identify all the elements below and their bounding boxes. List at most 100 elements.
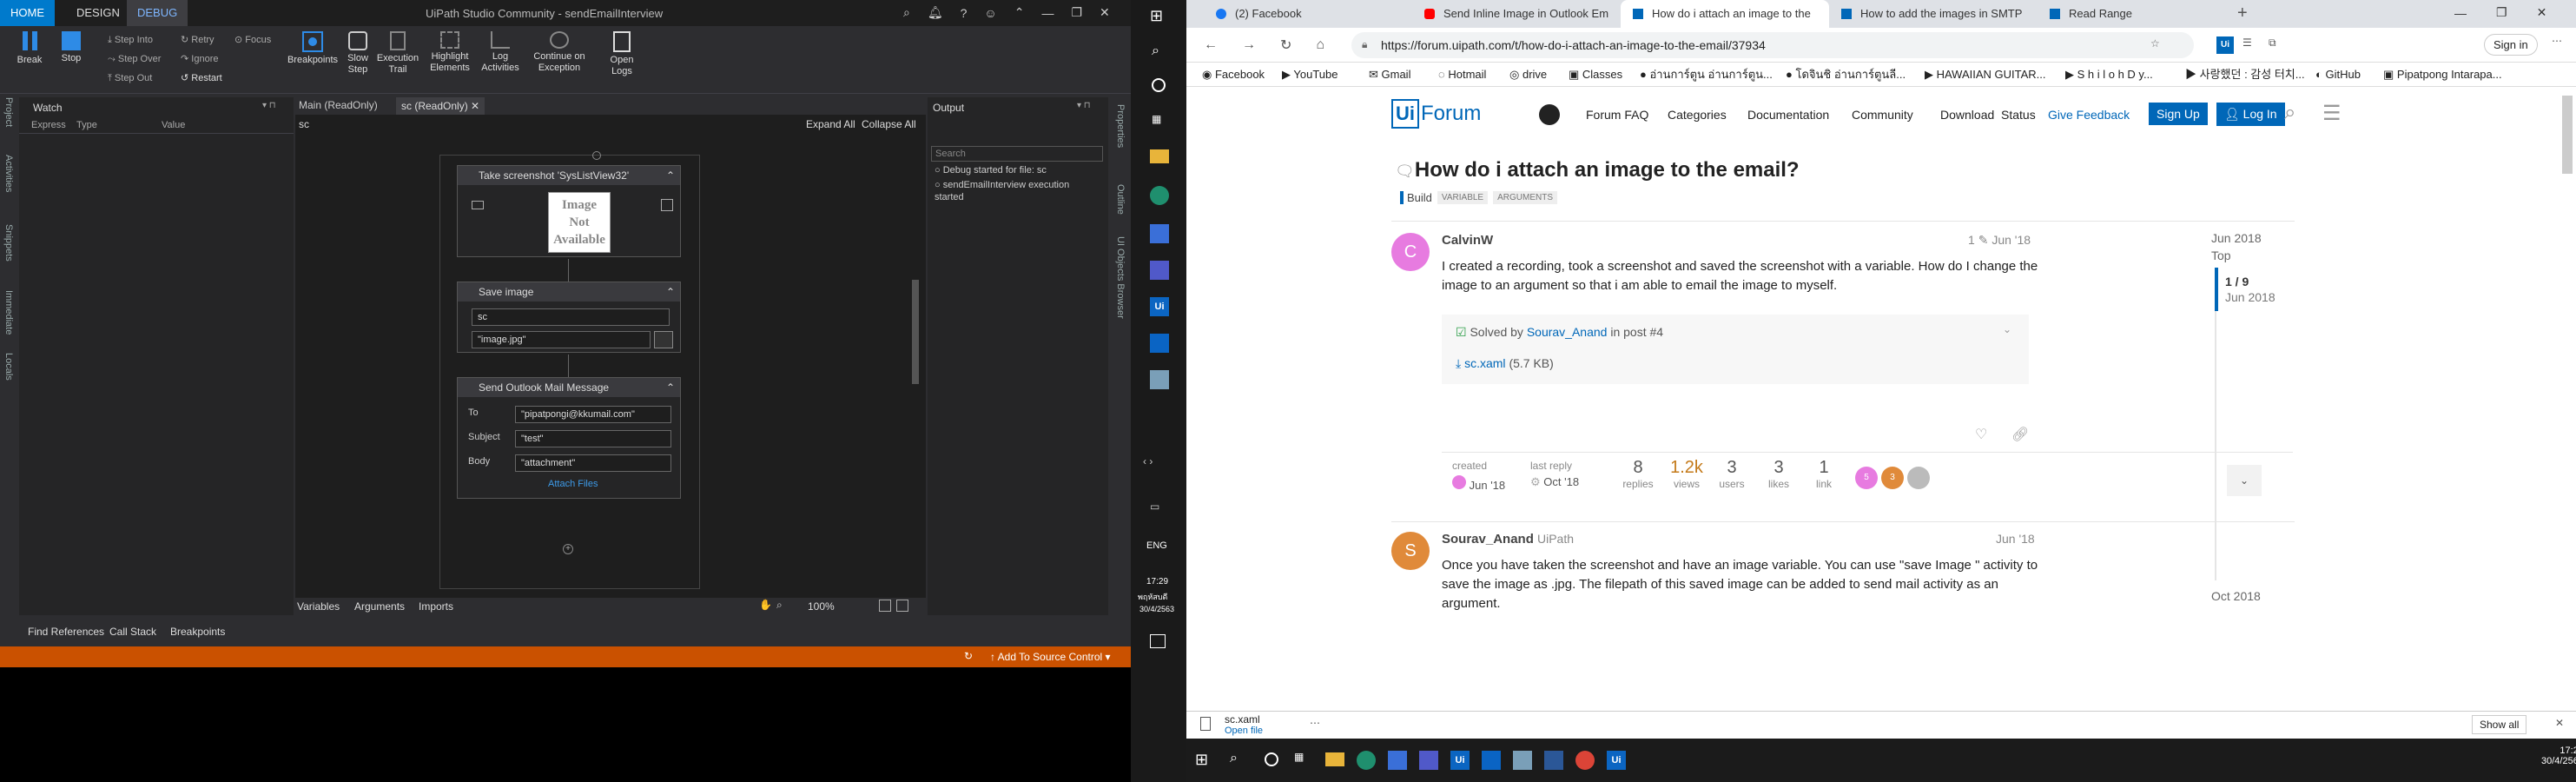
close-icon[interactable]: ✕: [2537, 5, 2547, 20]
home-icon[interactable]: ⌂: [1316, 37, 1324, 53]
search-icon[interactable]: ⌕: [2284, 101, 2295, 125]
search-icon[interactable]: ⌕: [903, 5, 910, 20]
category-badge[interactable]: Build: [1400, 191, 1432, 204]
subject-field[interactable]: "test": [515, 430, 671, 447]
post-author[interactable]: CalvinW: [1442, 233, 1493, 248]
retry-button[interactable]: ↻ Retry: [181, 31, 215, 49]
log-activities-button[interactable]: Log Activities: [478, 31, 523, 74]
forward-icon[interactable]: →: [1242, 37, 1256, 53]
bookmark[interactable]: ▣ Pipatpong Intarapa...: [2383, 63, 2502, 87]
tag-badge[interactable]: ARGUMENTS: [1493, 191, 1557, 204]
panel-menu-icon[interactable]: ▾ ⊓: [262, 101, 276, 110]
panel-menu-icon[interactable]: ▾ ⊓: [1077, 101, 1091, 110]
variables-tab[interactable]: Variables: [297, 600, 340, 613]
collapse-icon[interactable]: ⌃: [666, 282, 675, 302]
maximize-icon[interactable]: ❐: [1071, 5, 1082, 20]
bookmark[interactable]: ● โดจินชิ อ่านการ์ตูนลี...: [1786, 63, 1906, 87]
avatar[interactable]: 3: [1881, 467, 1904, 489]
nav-documentation[interactable]: Documentation: [1747, 108, 1829, 122]
chrome-icon[interactable]: [1575, 751, 1595, 770]
close-download-bar-icon[interactable]: ✕: [2555, 717, 2564, 729]
timeline-handle[interactable]: [2215, 268, 2218, 311]
timeline-start-date[interactable]: Jun 2018: [2211, 231, 2262, 245]
notification-center-icon[interactable]: [1150, 634, 1166, 648]
user-icon[interactable]: ☺: [984, 6, 996, 20]
browser-tab[interactable]: Read Range: [2038, 0, 2229, 28]
collapse-icon[interactable]: ⌃: [666, 166, 675, 185]
star-icon[interactable]: ☆: [2150, 37, 2160, 50]
add-to-source-control[interactable]: ↑ Add To Source Control ▾: [990, 651, 1111, 663]
uipath-extension-icon[interactable]: Ui: [2216, 36, 2234, 54]
file-explorer-icon[interactable]: [1325, 752, 1344, 766]
expand-all-link[interactable]: Expand All: [806, 118, 855, 130]
collapse-ribbon-icon[interactable]: ⌃: [1014, 5, 1025, 20]
bookmark[interactable]: ▣ Classes: [1569, 63, 1622, 87]
github-icon[interactable]: [1539, 104, 1560, 125]
side-tab-activities[interactable]: Activities: [3, 155, 14, 192]
overview-icon[interactable]: [896, 600, 908, 612]
timeline-end-date[interactable]: Oct 2018: [2211, 589, 2261, 603]
step-over-button[interactable]: ⤳ Step Over: [108, 50, 161, 68]
url-bar[interactable]: 🔒︎ https://forum.uipath.com/t/how-do-i-a…: [1351, 32, 2194, 58]
zoom-level[interactable]: 100%: [808, 600, 835, 613]
ignore-button[interactable]: ↷ Ignore: [181, 50, 218, 68]
show-all-button[interactable]: Show all: [2472, 715, 2527, 734]
side-tab-locals[interactable]: Locals: [3, 353, 14, 381]
step-out-button[interactable]: ⤒ Step Out: [108, 70, 152, 87]
store-icon[interactable]: [1150, 224, 1169, 243]
imports-tab[interactable]: Imports: [419, 600, 453, 613]
collections-icon[interactable]: ☰: [2242, 36, 2252, 49]
close-icon[interactable]: ✕: [1100, 5, 1110, 20]
bookmark[interactable]: ▶ YouTube: [1282, 63, 1338, 87]
search-icon[interactable]: ⌕: [1230, 751, 1238, 766]
tab-home[interactable]: HOME: [0, 0, 55, 26]
sync-icon[interactable]: ↻: [964, 650, 973, 662]
add-activity-icon[interactable]: [592, 151, 601, 160]
avatar[interactable]: 5: [1855, 467, 1878, 489]
pan-icon[interactable]: ✋: [759, 599, 772, 611]
tab-debug[interactable]: DEBUG: [127, 0, 188, 26]
download-options-icon[interactable]: ⋯: [1310, 717, 1320, 729]
save-image-activity[interactable]: Save image ⌃ sc "image.jpg": [457, 282, 681, 353]
side-tab-outline[interactable]: Outline: [1115, 184, 1126, 215]
open-file-link[interactable]: Open file: [1225, 726, 1263, 736]
breakpoints-button[interactable]: Breakpoints: [285, 31, 340, 66]
edge-icon[interactable]: [1150, 186, 1169, 205]
sign-up-button[interactable]: Sign Up: [2149, 103, 2208, 125]
teams-icon[interactable]: [1419, 751, 1438, 770]
focus-button[interactable]: ⊙ Focus: [234, 31, 271, 49]
nav-forum-faq[interactable]: Forum FAQ: [1586, 108, 1648, 122]
cortana-icon[interactable]: [1265, 752, 1278, 766]
canvas-scrollbar[interactable]: [912, 280, 919, 384]
outlook-icon[interactable]: [1482, 751, 1501, 770]
minimize-icon[interactable]: —: [1041, 6, 1054, 20]
windows-logo-icon[interactable]: ⊞: [1150, 7, 1167, 24]
send-outlook-mail-activity[interactable]: Send Outlook Mail Message ⌃ To "pipatpong…: [457, 377, 681, 499]
image-variable-field[interactable]: sc: [472, 308, 670, 326]
browse-folder-icon[interactable]: [654, 331, 673, 348]
minimize-icon[interactable]: —: [2454, 6, 2467, 20]
body-field[interactable]: "attachment": [515, 454, 671, 472]
bookmark[interactable]: ● อ่านการ์ตูน อ่านการ์ตูน...: [1640, 63, 1773, 87]
breadcrumb[interactable]: sc: [299, 118, 309, 130]
word-icon[interactable]: [1544, 751, 1563, 770]
bookmark[interactable]: ▶ 사랑했던 : 감성 터치...: [2185, 63, 2305, 87]
fit-screen-icon[interactable]: [879, 600, 891, 612]
chevron-down-icon[interactable]: ⌄: [2003, 323, 2011, 335]
uipath-icon[interactable]: Ui: [1150, 297, 1169, 316]
nav-give-feedback[interactable]: Give Feedback: [2048, 108, 2130, 122]
tab-design[interactable]: DESIGN: [66, 0, 130, 26]
bookmark[interactable]: ◉ Facebook: [1202, 63, 1265, 87]
break-button[interactable]: Break: [12, 31, 47, 66]
post-meta[interactable]: 1 ✎ Jun '18: [1968, 233, 2031, 248]
bookmark[interactable]: ◌ Hotmail: [1438, 63, 1486, 87]
task-view-icon[interactable]: ▦: [1152, 113, 1161, 125]
side-tab-ui-objects[interactable]: UI Objects Browser: [1115, 236, 1126, 319]
taskbar-clock[interactable]: 17:29 30/4/2563: [2541, 746, 2576, 766]
bookmark[interactable]: ◎ drive: [1509, 63, 1547, 87]
sign-in-button[interactable]: Sign in: [2484, 34, 2538, 56]
uipath-icon[interactable]: Ui: [1450, 751, 1470, 770]
file-name-field[interactable]: "image.jpg": [472, 331, 651, 348]
file-explorer-icon[interactable]: [1150, 149, 1169, 163]
attachment-link[interactable]: ⤓ sc.xaml (5.7 KB): [1456, 356, 1554, 371]
